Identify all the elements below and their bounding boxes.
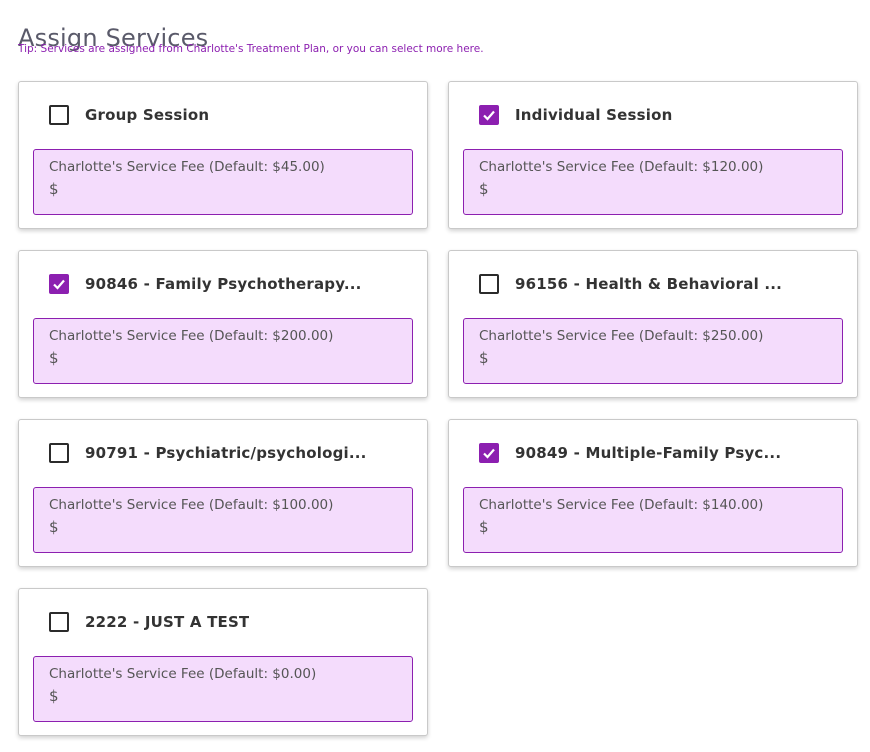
service-checkbox[interactable] [49,105,69,125]
services-grid: Group Session Charlotte's Service Fee (D… [18,81,858,736]
service-header: Group Session [49,105,407,125]
fee-input[interactable] [492,519,793,535]
service-card: Individual Session Charlotte's Service F… [448,81,858,229]
fee-label: Charlotte's Service Fee (Default: $250.0… [479,328,764,344]
service-name: 90849 - Multiple-Family Psyc... [515,444,782,462]
service-header: 90846 - Family Psychotherapy... [49,274,407,294]
service-header: Individual Session [479,105,837,125]
fee-input[interactable] [62,350,363,366]
fee-row: $ [479,180,827,198]
fee-label: Charlotte's Service Fee (Default: $120.0… [479,159,764,175]
service-checkbox[interactable] [479,443,499,463]
service-fee-field[interactable]: Charlotte's Service Fee (Default: $250.0… [463,318,843,384]
fee-row: $ [49,518,397,536]
currency-prefix: $ [49,687,59,705]
fee-label: Charlotte's Service Fee (Default: $0.00) [49,666,317,682]
fee-row: $ [49,687,397,705]
service-checkbox[interactable] [49,274,69,294]
fee-row: $ [479,518,827,536]
service-header: 96156 - Health & Behavioral ... [479,274,837,294]
service-card: 96156 - Health & Behavioral ... Charlott… [448,250,858,398]
currency-prefix: $ [479,349,489,367]
checkmark-icon [483,448,495,459]
service-header: 2222 - JUST A TEST [49,612,407,632]
service-header: 90849 - Multiple-Family Psyc... [479,443,837,463]
service-name: 2222 - JUST A TEST [85,613,250,631]
fee-row: $ [49,349,397,367]
checkmark-icon [483,110,495,121]
tip-text: Tip: Services are assigned from Charlott… [18,43,484,55]
fee-input[interactable] [492,181,793,197]
service-name: Individual Session [515,106,673,124]
fee-label: Charlotte's Service Fee (Default: $140.0… [479,497,764,513]
service-name: Group Session [85,106,210,124]
fee-label: Charlotte's Service Fee (Default: $45.00… [49,159,325,175]
service-fee-field[interactable]: Charlotte's Service Fee (Default: $120.0… [463,149,843,215]
service-checkbox[interactable] [479,105,499,125]
fee-row: $ [49,180,397,198]
fee-input[interactable] [492,350,793,366]
service-fee-field[interactable]: Charlotte's Service Fee (Default: $140.0… [463,487,843,553]
service-header: 90791 - Psychiatric/psychologi... [49,443,407,463]
fee-label: Charlotte's Service Fee (Default: $200.0… [49,328,334,344]
fee-label: Charlotte's Service Fee (Default: $100.0… [49,497,334,513]
currency-prefix: $ [49,180,59,198]
service-name: 90791 - Psychiatric/psychologi... [85,444,367,462]
service-card: Group Session Charlotte's Service Fee (D… [18,81,428,229]
service-card: 2222 - JUST A TEST Charlotte's Service F… [18,588,428,736]
service-fee-field[interactable]: Charlotte's Service Fee (Default: $200.0… [33,318,413,384]
service-checkbox[interactable] [479,274,499,294]
service-fee-field[interactable]: Charlotte's Service Fee (Default: $45.00… [33,149,413,215]
fee-input[interactable] [62,519,363,535]
currency-prefix: $ [479,518,489,536]
fee-input[interactable] [62,688,363,704]
currency-prefix: $ [479,180,489,198]
service-checkbox[interactable] [49,612,69,632]
service-card: 90791 - Psychiatric/psychologi... Charlo… [18,419,428,567]
service-card: 90849 - Multiple-Family Psyc... Charlott… [448,419,858,567]
checkmark-icon [53,279,65,290]
currency-prefix: $ [49,518,59,536]
service-card: 90846 - Family Psychotherapy... Charlott… [18,250,428,398]
service-fee-field[interactable]: Charlotte's Service Fee (Default: $100.0… [33,487,413,553]
service-checkbox[interactable] [49,443,69,463]
currency-prefix: $ [49,349,59,367]
service-name: 96156 - Health & Behavioral ... [515,275,783,293]
service-name: 90846 - Family Psychotherapy... [85,275,362,293]
fee-input[interactable] [62,181,363,197]
fee-row: $ [479,349,827,367]
service-fee-field[interactable]: Charlotte's Service Fee (Default: $0.00)… [33,656,413,722]
